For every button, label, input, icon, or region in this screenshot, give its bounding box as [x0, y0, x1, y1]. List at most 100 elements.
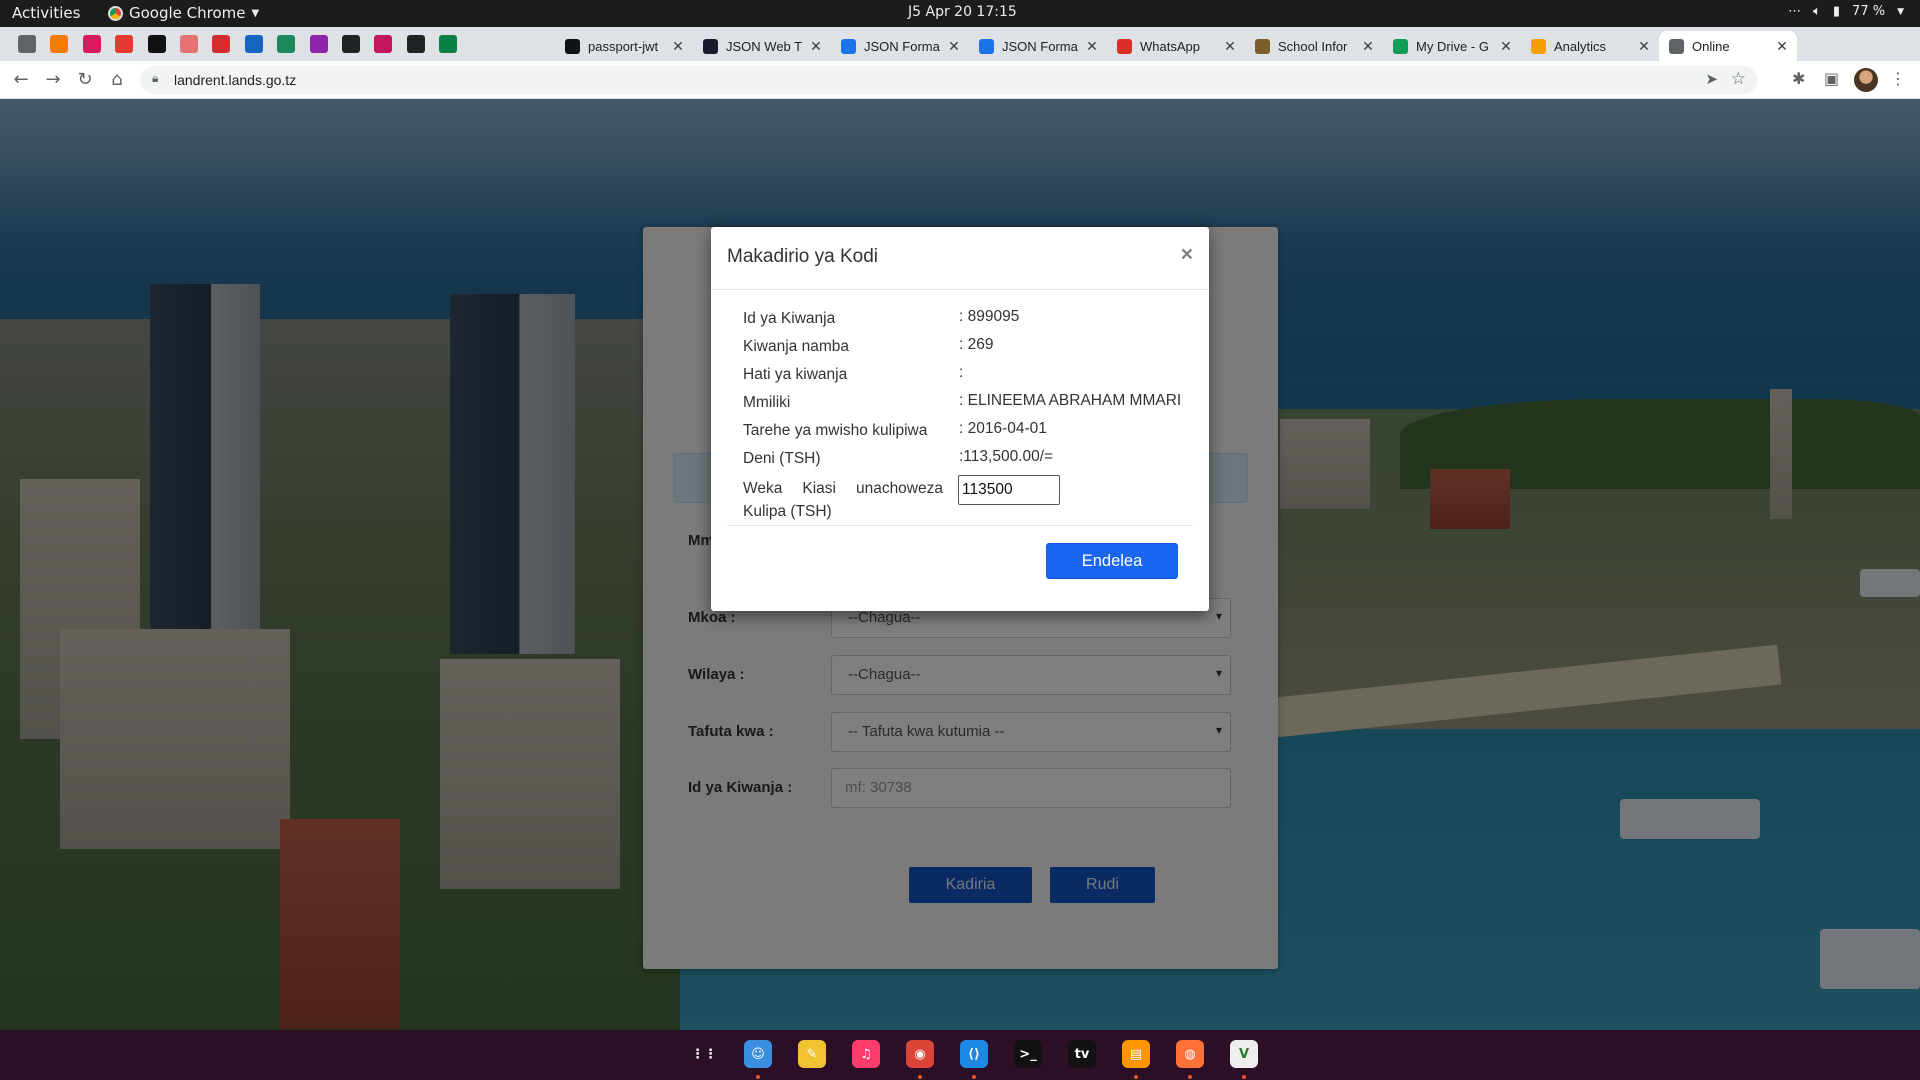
pinned-tab-favicon[interactable]: [342, 35, 360, 53]
pinned-tab-favicon[interactable]: [277, 35, 296, 53]
detail-value: : 269: [959, 336, 994, 353]
battery-level: 77 %: [1852, 4, 1886, 19]
pinned-tab-favicon[interactable]: [115, 35, 134, 53]
passport-icon: [565, 38, 580, 54]
tab-title: Online: [1692, 38, 1730, 54]
app-name: Google Chrome: [129, 4, 246, 22]
tab-title: JSON Forma: [864, 38, 940, 54]
app-menu[interactable]: Google Chrome ▼: [108, 4, 259, 22]
close-tab-icon[interactable]: ✕: [1635, 38, 1653, 55]
close-tab-icon[interactable]: ✕: [1221, 38, 1239, 55]
forward-icon[interactable]: →: [40, 67, 66, 93]
running-indicator: [1242, 1075, 1246, 1079]
lock-icon[interactable]: 🔒︎: [152, 71, 158, 86]
pinned-tab-favicon[interactable]: [50, 35, 69, 53]
system-tray[interactable]: ⋯ 🔈︎ ▮ 77 % ▼: [1788, 4, 1904, 19]
home-icon[interactable]: ⌂: [104, 67, 130, 93]
chevron-down-icon: ▼: [1897, 6, 1904, 17]
page-viewport: Mm Mkoa : --Chagua-- ▾ Wilaya : --Chagua…: [0, 99, 1920, 1030]
notes-icon[interactable]: ✎: [798, 1040, 826, 1068]
firefox-icon[interactable]: ◍: [1176, 1040, 1204, 1068]
running-indicator: [972, 1075, 976, 1079]
chevron-down-icon: ▼: [251, 7, 260, 19]
checkbox-icon: [979, 38, 994, 54]
pinned-tab-favicon[interactable]: [244, 35, 263, 53]
analytics-icon: [1531, 38, 1546, 54]
pinned-tab-favicon[interactable]: [180, 35, 198, 53]
appletv-icon[interactable]: tv: [1068, 1040, 1096, 1068]
pinned-tab-favicon[interactable]: [406, 35, 425, 53]
browser-toolbar: ← → ↻ ⌂ 🔒︎ landrent.lands.go.tz ➤ ☆ ✱ ▣ …: [0, 61, 1920, 99]
pinned-tab-favicon[interactable]: [212, 35, 231, 53]
close-tab-icon[interactable]: ✕: [1497, 38, 1515, 55]
system-top-bar: Activities Google Chrome ▼ J5 Apr 20 17:…: [0, 0, 1920, 27]
browser-tab[interactable]: My Drive - G ✕: [1383, 31, 1521, 61]
detail-label: Tarehe ya mwisho kulipiwa: [743, 422, 928, 439]
running-indicator: [1134, 1075, 1138, 1079]
browser-tab[interactable]: Online ✕: [1659, 31, 1797, 61]
detail-value: :113,500.00/=: [959, 448, 1054, 465]
running-indicator: [918, 1075, 922, 1079]
pinned-tab-favicon[interactable]: [18, 35, 36, 53]
close-tab-icon[interactable]: ✕: [1773, 38, 1791, 55]
pinned-tab-favicon[interactable]: [309, 35, 328, 53]
close-tab-icon[interactable]: ✕: [1359, 38, 1377, 55]
rent-estimate-modal: Makadirio ya Kodi × Id ya Kiwanja : 8990…: [711, 227, 1209, 611]
close-tab-icon[interactable]: ✕: [807, 38, 825, 55]
avatar[interactable]: [1854, 68, 1878, 92]
vscode-icon[interactable]: ⟨⟩: [960, 1040, 988, 1068]
whatsapp-icon: [1117, 38, 1132, 54]
pinned-tab-favicon[interactable]: [82, 35, 101, 53]
browser-tab[interactable]: JSON Forma ✕: [831, 31, 969, 61]
continue-button[interactable]: Endelea: [1046, 543, 1178, 579]
detail-label: Deni (TSH): [743, 450, 821, 467]
modal-title: Makadirio ya Kodi: [727, 246, 879, 267]
tab-title: WhatsApp: [1140, 38, 1200, 54]
terminal-icon[interactable]: >_: [1014, 1040, 1042, 1068]
chrome-icon[interactable]: ◉: [906, 1040, 934, 1068]
close-icon[interactable]: ×: [1181, 243, 1193, 267]
network-icon: ⋯: [1788, 4, 1802, 19]
browser-tab[interactable]: passport-jwt ✕: [555, 31, 693, 61]
detail-value: : 899095: [959, 308, 1020, 325]
finder-icon[interactable]: ☺: [744, 1040, 772, 1068]
kebab-menu-icon[interactable]: ⋮: [1890, 69, 1906, 88]
bookmark-star-icon[interactable]: ☆: [1731, 69, 1746, 89]
browser-tab[interactable]: Analytics ✕: [1521, 31, 1659, 61]
pinned-tab-favicon[interactable]: [147, 35, 166, 53]
activities-button[interactable]: Activities: [12, 4, 80, 22]
pinned-tab-favicon[interactable]: [439, 35, 458, 53]
pinned-tab-favicon[interactable]: [374, 35, 393, 53]
extensions-icon[interactable]: ✱: [1792, 69, 1805, 88]
browser-tab[interactable]: School Infor ✕: [1245, 31, 1383, 61]
running-indicator: [756, 1075, 760, 1079]
address-bar[interactable]: 🔒︎ landrent.lands.go.tz ➤ ☆: [140, 66, 1758, 94]
tab-title: Analytics: [1554, 38, 1607, 54]
battery-icon: ▮: [1832, 4, 1841, 19]
music-icon[interactable]: ♫: [852, 1040, 880, 1068]
browser-tab[interactable]: JSON Forma ✕: [969, 31, 1107, 61]
back-icon[interactable]: ←: [8, 67, 34, 93]
close-tab-icon[interactable]: ✕: [669, 38, 687, 55]
url-text[interactable]: landrent.lands.go.tz: [174, 72, 296, 88]
app-grid-icon[interactable]: ⋮⋮: [690, 1040, 718, 1068]
tab-strip: passport-jwt ✕ JSON Web T ✕ JSON Forma ✕ JSON …: [0, 27, 1920, 84]
reload-icon[interactable]: ↻: [72, 67, 98, 93]
detail-label: Mmiliki: [743, 394, 791, 411]
school-icon: [1255, 38, 1270, 54]
tab-title: JSON Web T: [726, 38, 803, 54]
send-tab-icon[interactable]: ➤: [1705, 70, 1718, 88]
sidepanel-icon[interactable]: ▣: [1824, 69, 1839, 88]
detail-value: : ELINEEMA ABRAHAM MMARI: [959, 392, 1182, 409]
detail-value: :: [959, 364, 964, 381]
browser-tab[interactable]: JSON Web T ✕: [693, 31, 831, 61]
drive-icon: [1393, 38, 1408, 54]
close-tab-icon[interactable]: ✕: [945, 38, 963, 55]
close-tab-icon[interactable]: ✕: [1083, 38, 1101, 55]
clock[interactable]: J5 Apr 20 17:15: [908, 4, 1017, 20]
books-icon[interactable]: ▤: [1122, 1040, 1150, 1068]
payment-amount-input[interactable]: 113500: [958, 475, 1060, 505]
checkbox-icon: [841, 38, 856, 54]
browser-tab[interactable]: WhatsApp ✕: [1107, 31, 1245, 61]
vim-icon[interactable]: V: [1230, 1040, 1258, 1068]
